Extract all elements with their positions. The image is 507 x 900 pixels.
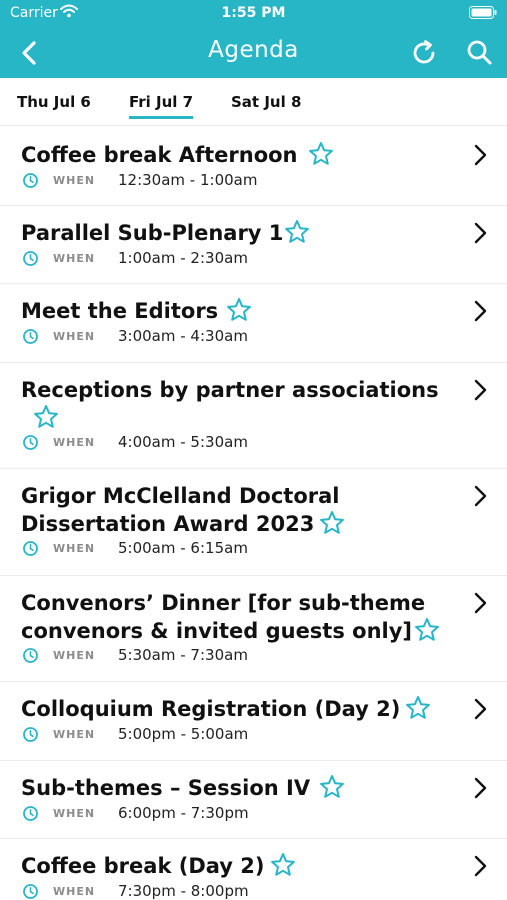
session-row[interactable]: Coffee break Afternoon WHEN 12:30am - 1:… [0, 127, 507, 206]
star-icon[interactable] [307, 140, 335, 168]
session-time: 5:00pm - 5:00am [118, 725, 249, 743]
session-title-line: Coffee break (Day 2) [21, 854, 265, 878]
status-time: 1:55 PM [221, 5, 286, 21]
tab-label: Fri Jul 7 [129, 93, 194, 111]
chevron-right-icon [474, 144, 487, 166]
clock-icon [23, 541, 38, 556]
session-row[interactable]: Meet the Editors WHEN 3:00am - 4:30am [0, 284, 507, 363]
session-title-line: Sub-themes – Session IV [21, 776, 311, 800]
session-time: 3:00am - 4:30am [118, 327, 248, 345]
chevron-right-icon [474, 222, 487, 244]
selected-tab-indicator [129, 116, 194, 119]
session-row[interactable]: Colloquium Registration (Day 2) WHEN 5:0… [0, 682, 507, 761]
battery-icon [469, 6, 497, 19]
star-icon[interactable] [413, 616, 441, 644]
session-title-line: convenors & invited guests only] [21, 619, 413, 643]
tab-thu-jul-6[interactable]: Thu Jul 6 [17, 93, 91, 111]
chevron-right-icon [474, 379, 487, 401]
tab-fri-jul-7[interactable]: Fri Jul 7 [129, 93, 194, 119]
star-icon[interactable] [269, 851, 297, 879]
session-time: 12:30am - 1:00am [118, 171, 258, 189]
star-icon[interactable] [318, 509, 346, 537]
session-title: Coffee break (Day 2) [21, 852, 265, 880]
session-time: 5:30am - 7:30am [118, 646, 248, 664]
session-row[interactable]: Receptions by partner associations WHEN … [0, 363, 507, 469]
when-label: WHEN [53, 252, 96, 265]
star-icon[interactable] [318, 773, 346, 801]
session-row[interactable]: Coffee break (Day 2) WHEN 7:30pm - 8:00p… [0, 839, 507, 900]
clock-icon [23, 648, 38, 663]
search-button[interactable] [462, 36, 496, 70]
session-title: Sub-themes – Session IV [21, 774, 310, 802]
chevron-right-icon [474, 698, 487, 720]
when-label: WHEN [53, 174, 96, 187]
session-title-line: Dissertation Award 2023 [21, 512, 315, 536]
when-label: WHEN [53, 649, 96, 662]
session-time: 6:00pm - 7:30pm [118, 804, 249, 822]
session-title-line: Receptions by partner associations [21, 378, 439, 402]
chevron-right-icon [474, 855, 487, 877]
session-time: 4:00am - 5:30am [118, 433, 248, 451]
session-title: Coffee break Afternoon [21, 141, 298, 169]
chevron-right-icon [474, 485, 487, 507]
clock-icon [23, 173, 38, 188]
session-title: Receptions by partner associations [21, 376, 439, 404]
session-title-line: Colloquium Registration (Day 2) [21, 697, 401, 721]
day-tabs: Thu Jul 6 Fri Jul 7 Sat Jul 8 [0, 78, 507, 126]
clock-icon [23, 806, 38, 821]
clock-icon [23, 884, 38, 899]
session-title-line: Convenors’ Dinner [for sub-theme [21, 591, 426, 615]
tab-label: Thu Jul 6 [17, 93, 91, 111]
refresh-button[interactable] [408, 36, 442, 70]
session-row[interactable]: Grigor McClelland Doctoral Dissertation … [0, 469, 507, 576]
chevron-right-icon [474, 592, 487, 614]
session-title-line: Grigor McClelland Doctoral [21, 484, 340, 508]
session-row[interactable]: Convenors’ Dinner [for sub-theme conveno… [0, 576, 507, 682]
session-row[interactable]: Sub-themes – Session IV WHEN 6:00pm - 7:… [0, 761, 507, 839]
star-icon[interactable] [32, 403, 60, 431]
chevron-right-icon [474, 777, 487, 799]
session-time: 7:30pm - 8:00pm [118, 882, 249, 900]
session-title: Grigor McClelland Doctoral Dissertation … [21, 482, 339, 538]
clock-icon [23, 251, 38, 266]
session-title-line: Coffee break Afternoon [21, 143, 298, 167]
tab-label: Sat Jul 8 [231, 93, 302, 111]
when-label: WHEN [53, 885, 96, 898]
session-time: 1:00am - 2:30am [118, 249, 248, 267]
session-time: 5:00am - 6:15am [118, 539, 248, 557]
nav-bar: Agenda [0, 28, 507, 78]
session-title: Convenors’ Dinner [for sub-theme conveno… [21, 589, 425, 645]
session-title: Parallel Sub-Plenary 1 [21, 219, 283, 247]
session-title-line: Meet the Editors [21, 299, 219, 323]
when-label: WHEN [53, 542, 96, 555]
star-icon[interactable] [404, 694, 432, 722]
star-icon[interactable] [225, 296, 253, 324]
when-label: WHEN [53, 436, 96, 449]
session-row[interactable]: Parallel Sub-Plenary 1 WHEN 1:00am - 2:3… [0, 206, 507, 284]
star-icon[interactable] [283, 218, 311, 246]
clock-icon [23, 435, 38, 450]
clock-icon [23, 329, 38, 344]
when-label: WHEN [53, 728, 96, 741]
clock-icon [23, 727, 38, 742]
status-bar: Carrier 1:55 PM [0, 0, 507, 28]
header: Carrier 1:55 PM Agenda [0, 0, 507, 78]
when-label: WHEN [53, 807, 96, 820]
when-label: WHEN [53, 330, 96, 343]
session-title: Meet the Editors [21, 297, 218, 325]
chevron-right-icon [474, 300, 487, 322]
session-title-line: Parallel Sub-Plenary 1 [21, 221, 284, 245]
tab-sat-jul-8[interactable]: Sat Jul 8 [231, 93, 301, 111]
session-title: Colloquium Registration (Day 2) [21, 695, 400, 723]
